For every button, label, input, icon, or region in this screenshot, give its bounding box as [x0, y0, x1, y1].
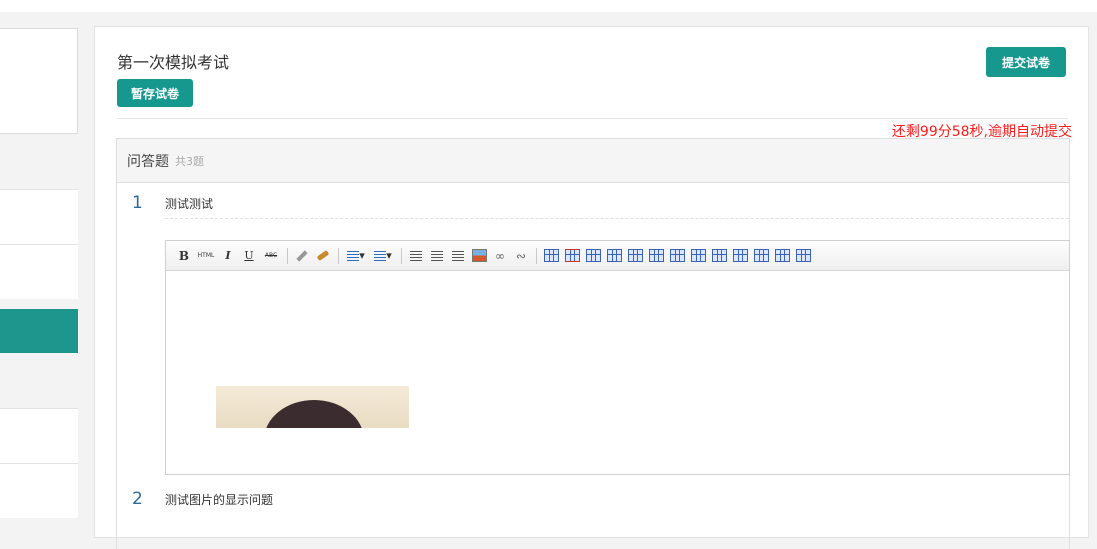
underline-icon[interactable]: U — [241, 248, 257, 264]
answer-editor: B HTML I U ABC ▾ ▾ ∞ ∾ — [165, 240, 1070, 475]
top-bar — [0, 0, 1097, 12]
merge-cells-icon[interactable] — [690, 248, 706, 264]
delete-row-icon[interactable] — [795, 248, 811, 264]
sidebar-item[interactable] — [0, 189, 78, 244]
insert-col-icon[interactable] — [627, 248, 643, 264]
save-exam-button[interactable]: 暂存试卷 — [117, 79, 193, 107]
editor-toolbar: B HTML I U ABC ▾ ▾ ∞ ∾ — [166, 241, 1069, 271]
ordered-list-icon[interactable]: ▾ — [345, 248, 367, 264]
portrait-silhouette — [264, 400, 364, 428]
question-number: 1 — [132, 193, 143, 213]
delete-col-icon[interactable] — [648, 248, 664, 264]
delete-table-icon[interactable] — [564, 248, 580, 264]
sidebar-item[interactable] — [0, 244, 78, 299]
section-title: 问答题 — [127, 153, 169, 170]
align-left-icon[interactable] — [408, 248, 424, 264]
html-icon[interactable]: HTML — [197, 248, 215, 264]
merge-right-icon[interactable] — [711, 248, 727, 264]
align-right-icon[interactable] — [450, 248, 466, 264]
strikethrough-icon[interactable]: ABC — [262, 248, 280, 264]
bold-icon[interactable]: B — [176, 248, 192, 264]
exam-title: 第一次模拟考试 — [117, 53, 230, 72]
sidebar-item[interactable] — [0, 463, 78, 518]
split-rows-icon[interactable] — [753, 248, 769, 264]
section-header: 问答题 共3题 — [117, 139, 1069, 183]
exam-card: 第一次模拟考试 暂存试卷 提交试卷 还剩99分58秒,逾期自动提交 问答题 共3… — [94, 26, 1089, 549]
editor-text-area[interactable] — [166, 271, 1069, 474]
sidebar-item[interactable] — [0, 408, 78, 463]
sidebar — [0, 28, 78, 528]
question-number: 2 — [132, 489, 143, 509]
question-text: 测试测试 — [165, 197, 214, 211]
header-divider — [117, 118, 1068, 119]
image-icon[interactable] — [471, 248, 487, 264]
table-icon[interactable] — [543, 248, 559, 264]
unordered-list-icon[interactable]: ▾ — [372, 248, 394, 264]
italic-icon[interactable]: I — [220, 248, 236, 264]
toolbar-separator — [287, 247, 288, 264]
section-count: 共3题 — [175, 154, 204, 168]
sidebar-panel — [0, 28, 78, 134]
format-brush-icon[interactable] — [315, 248, 331, 264]
table-props-icon[interactable] — [585, 248, 601, 264]
unlink-icon[interactable]: ∾ — [513, 248, 529, 264]
eraser-icon[interactable] — [294, 248, 310, 264]
question-divider — [165, 218, 1069, 219]
sidebar-item-active[interactable] — [0, 309, 78, 353]
align-center-icon[interactable] — [429, 248, 445, 264]
split-cell-icon[interactable] — [669, 248, 685, 264]
toolbar-separator — [536, 247, 537, 264]
toolbar-separator — [401, 247, 402, 264]
split-cols-icon[interactable] — [774, 248, 790, 264]
submit-exam-button[interactable]: 提交试卷 — [986, 47, 1066, 77]
question-text: 测试图片的显示问题 — [165, 493, 274, 507]
link-icon[interactable]: ∞ — [492, 248, 508, 264]
question-section: 问答题 共3题 1 测试测试 B HTML I U ABC ▾ ▾ ∞ ∾ 2 … — [116, 138, 1070, 549]
question-image — [216, 386, 409, 428]
merge-down-icon[interactable] — [732, 248, 748, 264]
toolbar-separator — [338, 247, 339, 264]
insert-row-icon[interactable] — [606, 248, 622, 264]
